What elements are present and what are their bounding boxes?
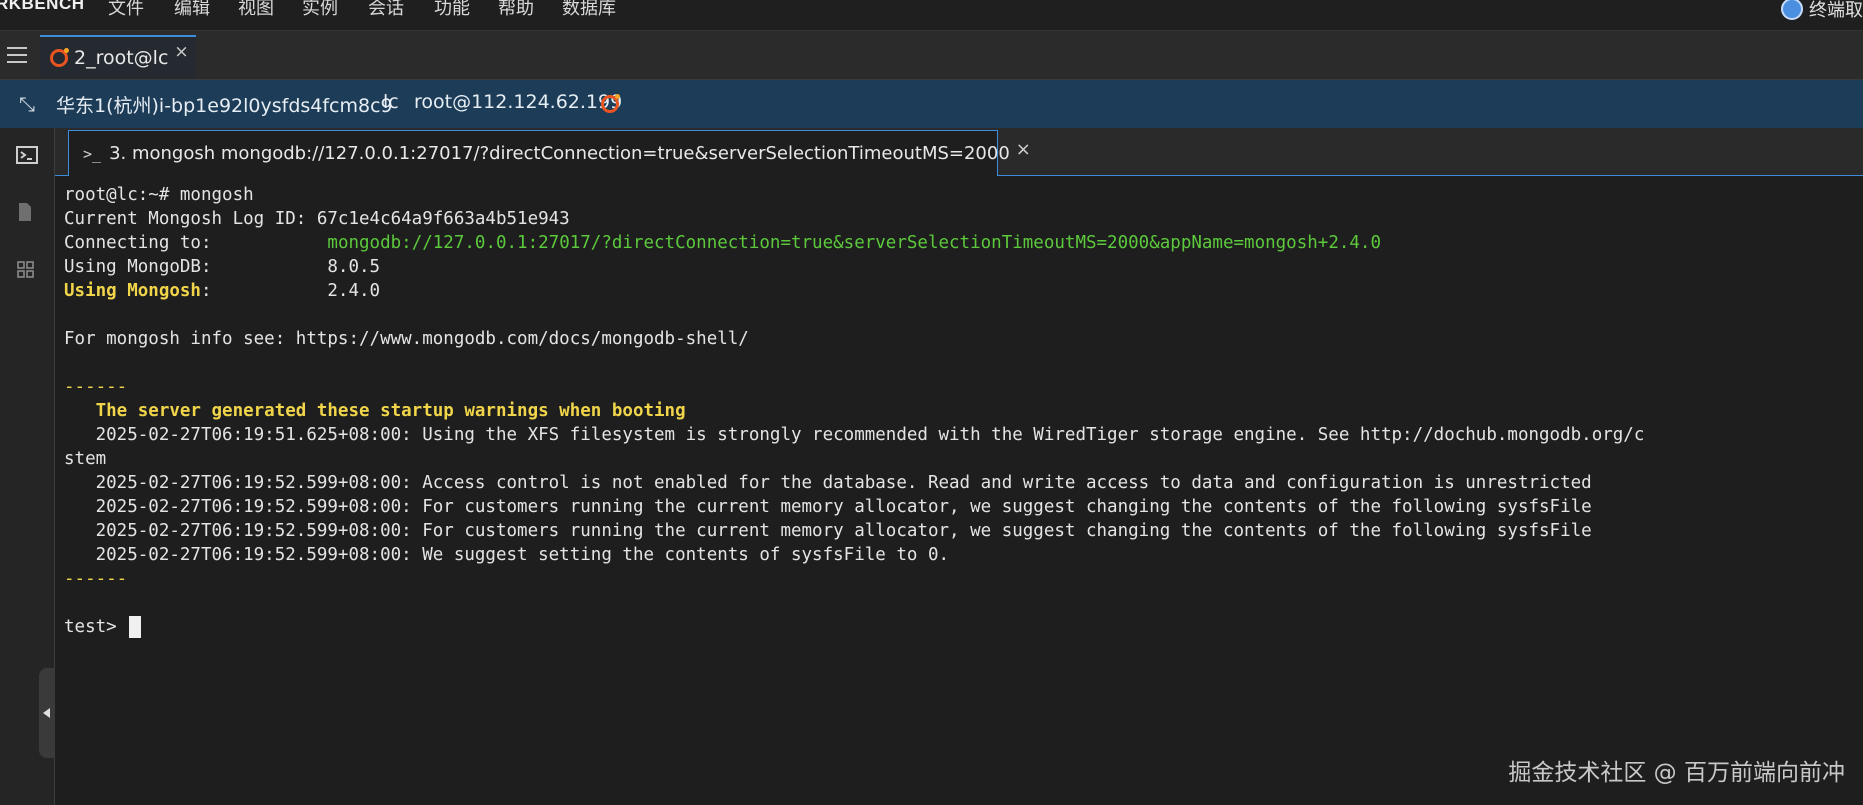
app-brand: RKBENCH [0,0,85,13]
menu-file[interactable]: 文件 [108,0,144,20]
host-name: lc [383,91,399,113]
warning-header: The server generated these startup warni… [64,401,686,421]
ubuntu-icon [50,48,69,67]
fullscreen-icon[interactable]: ⤡ [19,92,35,116]
instance-info-bar: ⤡ 华东1(杭州)i-bp1e92l0ysfds4fcm8c9 lc root@… [0,80,1863,128]
using-mongosh-label: Using Mongosh [64,281,201,301]
warning-line: stem [64,449,107,469]
session-tab[interactable]: 2_root@lc × [40,35,196,79]
warning-line: 2025-02-27T06:19:52.599+08:00: We sugges… [64,545,950,565]
watermark: 掘金技术社区 @ 百万前端向前冲 [1508,760,1845,786]
terminal-line: root@lc:~# mongosh [64,185,254,205]
menu-help[interactable]: 帮助 [498,0,534,20]
session-tab-bar: 2_root@lc × [0,31,1863,80]
terminal-tab-bar: >_ 3. mongosh mongodb://127.0.0.1:27017/… [55,128,1863,176]
session-tab-close-icon[interactable]: × [174,42,188,62]
warning-line: 2025-02-27T06:19:52.599+08:00: For custo… [64,497,1592,517]
instance-id: 华东1(杭州)i-bp1e92l0ysfds4fcm8c9 [56,95,393,117]
warning-line: 2025-02-27T06:19:52.599+08:00: For custo… [64,521,1592,541]
terminal-line: Connecting to: mongodb://127.0.0.1:27017… [64,231,1381,255]
terminal-line: For mongosh info see: https://www.mongod… [64,329,749,349]
terminal-output[interactable]: root@lc:~# mongosh Current Mongosh Log I… [55,176,1863,805]
collapse-sidebar-handle[interactable] [39,668,55,758]
terminal-mode-button[interactable]: 终端取 [1781,0,1863,22]
apps-icon[interactable] [16,260,36,285]
menu-features[interactable]: 功能 [434,0,470,20]
terminal-tab[interactable]: >_ 3. mongosh mongodb://127.0.0.1:27017/… [68,130,1031,176]
terminal-line: Current Mongosh Log ID: 67c1e4c64a9f663a… [64,209,570,229]
separator-line: ------ [64,377,128,397]
menu-edit[interactable]: 编辑 [174,0,210,20]
terminal-icon[interactable] [16,145,38,169]
terminal-line: Using MongoDB: 8.0.5 [64,257,381,277]
shell-prompt: test> [64,617,128,637]
terminal-prompt-icon: >_ [83,144,102,163]
file-icon[interactable] [16,202,34,227]
using-mongosh-value: : 2.4.0 [200,281,381,301]
connecting-label: Connecting to: [64,233,328,253]
warning-line: 2025-02-27T06:19:52.599+08:00: Access co… [64,473,1592,493]
menu-bar: RKBENCH 文件 编辑 视图 实例 会话 功能 帮助 数据库 终端取 [0,0,1863,31]
menu-session[interactable]: 会话 [368,0,404,20]
menu-instance[interactable]: 实例 [302,0,338,20]
terminal-tab-label: 3. mongosh mongodb://127.0.0.1:27017/?di… [109,143,1010,164]
terminal-mode-label: 终端取 [1809,0,1863,21]
ubuntu-os-icon [601,94,620,113]
session-tab-label: 2_root@lc [74,47,169,69]
warning-line: 2025-02-27T06:19:51.625+08:00: Using the… [64,425,1645,445]
text-cursor [129,616,142,638]
terminal-line: Using Mongosh: 2.4.0 [64,279,380,303]
menu-database[interactable]: 数据库 [562,0,616,20]
terminal-tab-close-icon[interactable]: × [1016,139,1031,160]
connection-user: root@112.124.62.199 [414,91,623,113]
separator-line: ------ [64,569,128,589]
menu-view[interactable]: 视图 [238,0,274,20]
shell-prompt-line[interactable]: test> [64,615,142,639]
connection-string: mongodb://127.0.0.1:27017/?directConnect… [327,233,1381,253]
session-list-icon[interactable] [7,45,31,65]
sidebar [0,128,55,805]
user-avatar-icon [1781,0,1803,20]
